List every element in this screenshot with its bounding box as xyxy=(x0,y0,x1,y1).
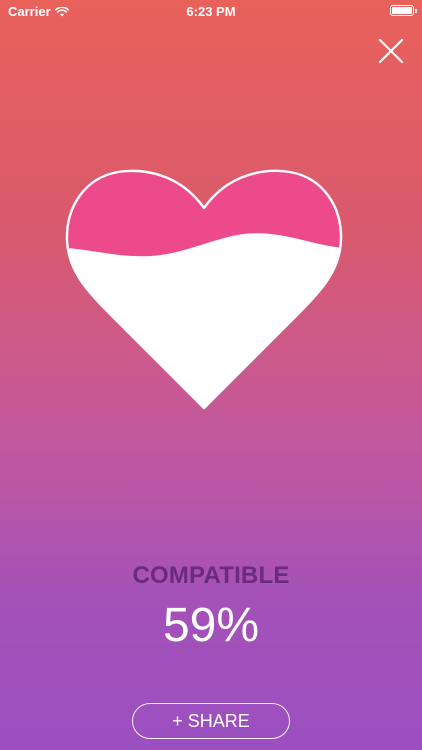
battery-icon xyxy=(390,5,417,16)
compatibility-heart xyxy=(62,162,346,414)
close-icon xyxy=(378,38,404,64)
share-button[interactable]: + SHARE xyxy=(132,703,290,739)
compatible-label: COMPATIBLE xyxy=(132,562,290,589)
close-button[interactable] xyxy=(372,32,410,70)
share-button-label: + SHARE xyxy=(172,710,250,731)
compatibility-percent: 59% xyxy=(162,599,260,652)
heart-icon xyxy=(65,169,343,410)
status-bar: Carrier 6:23 PM xyxy=(0,0,422,22)
status-time: 6:23 PM xyxy=(186,4,236,19)
